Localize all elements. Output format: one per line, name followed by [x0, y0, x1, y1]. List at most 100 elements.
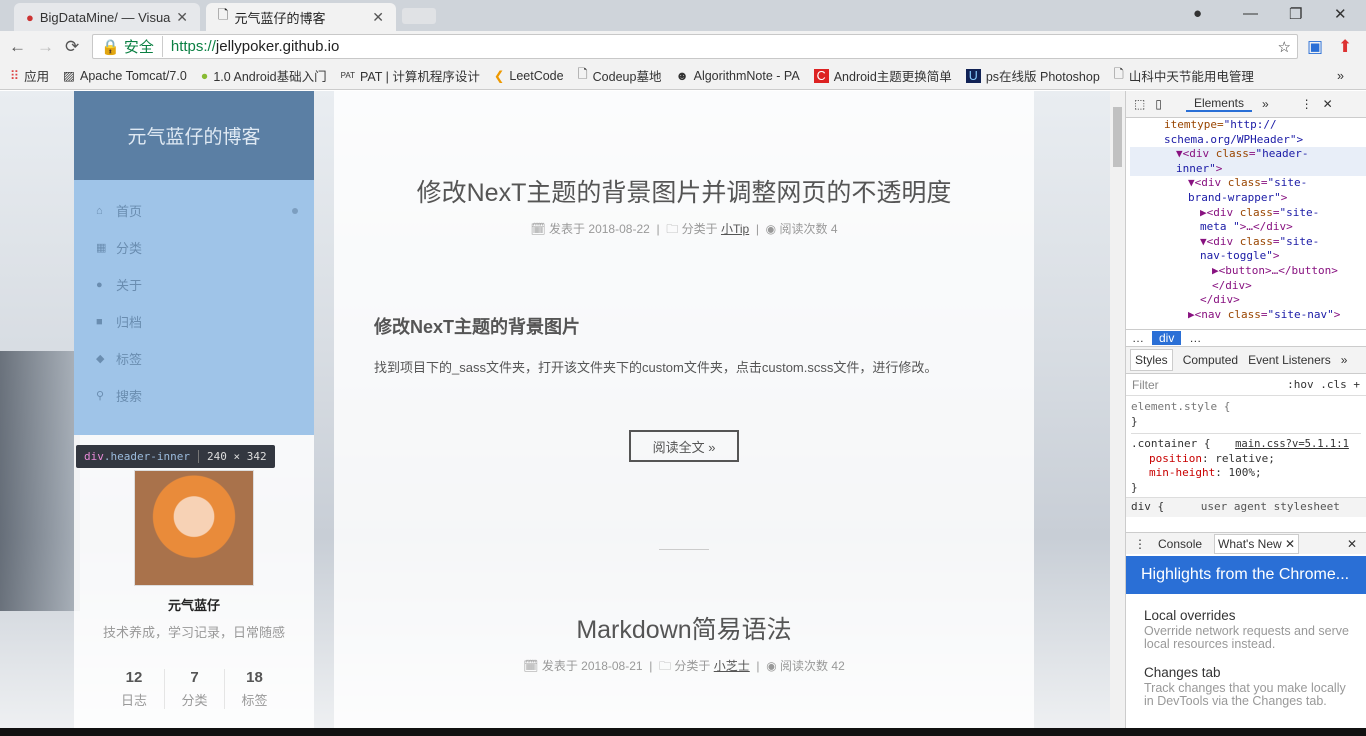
post-title[interactable]: Markdown简易语法 [334, 610, 1034, 646]
post-heading: 修改NexT主题的背景图片 [374, 317, 581, 337]
styles-pane: element.style {} .container { main.css?v… [1126, 396, 1366, 521]
avatar [134, 470, 254, 586]
site-stats: 12 日志 7 分类 18 标签 [104, 669, 284, 709]
read-more-button[interactable]: 阅读全文 » [629, 430, 739, 462]
news-title[interactable]: Changes tab [1144, 665, 1349, 680]
close-drawer-icon[interactable]: ✕ [1347, 537, 1357, 551]
device-toolbar-icon[interactable]: ▯ [1155, 97, 1162, 111]
bookmark-item[interactable]: ● 1.0 Android基础入门 [201, 66, 327, 85]
tab-strip: ● BigDataMine/ — Visua ✕ 🗋 元气蓝仔的博客 ✕ ● — ❐ ✕ [0, 0, 1366, 31]
new-tab-button[interactable] [402, 8, 436, 24]
reload-button[interactable]: ⟳ [65, 37, 79, 57]
post-list: 修改NexT主题的背景图片并调整网页的不透明度 🗓 发表于 2018-08-22… [334, 91, 1034, 728]
secure-label: 安全 [123, 39, 154, 56]
extension-upload-icon[interactable]: ⬆ [1338, 37, 1352, 57]
more-tabs-icon[interactable]: » [1262, 97, 1269, 111]
menu-item-tags[interactable]: ◆ 标签 [74, 340, 314, 377]
url-host: jellypoker.github.io [215, 38, 340, 55]
news-title[interactable]: Local overrides [1144, 608, 1349, 623]
category-link[interactable]: 小芝士 [714, 659, 750, 673]
back-button[interactable]: ← [9, 37, 26, 57]
bookmark-item[interactable]: ▨ Apache Tomcat/7.0 [63, 68, 187, 84]
extension-icon[interactable]: ▣ [1307, 37, 1323, 57]
close-tab-icon[interactable]: ✕ [372, 9, 384, 26]
dom-tree[interactable]: itemtype="http:// schema.org/WPHeader"> … [1126, 118, 1366, 329]
stat-posts[interactable]: 12 日志 [104, 669, 164, 709]
pat-icon: PAT [340, 71, 355, 80]
archive-icon: ■ [96, 315, 103, 328]
restore-button[interactable]: ❐ [1289, 5, 1302, 23]
whats-new-banner: Highlights from the Chrome... [1126, 556, 1366, 594]
menu-item-search[interactable]: ⚲ 搜索 [74, 377, 314, 414]
tags-icon: ◆ [96, 353, 105, 365]
page-scrollbar[interactable] [1110, 91, 1125, 728]
minimize-button[interactable]: — [1243, 5, 1258, 22]
tab-console[interactable]: Console [1158, 537, 1202, 551]
menu-item-archives[interactable]: ■ 归档 [74, 303, 314, 340]
forward-button[interactable]: → [37, 37, 54, 57]
stylesheet-link[interactable]: main.css?v=5.1.1:1 [1235, 438, 1349, 450]
bookmark-item[interactable]: 🗋 山科中天节能用电管理 [1114, 65, 1254, 86]
stat-categories[interactable]: 7 分类 [164, 669, 224, 709]
menu-item-home[interactable]: ⌂ 首页 [74, 192, 314, 229]
bookmarks-overflow-button[interactable]: » [1337, 69, 1344, 83]
web-page: 元气蓝仔的博客 ⌂ 首页 ▦ 分类 ● 关于 ■ 归档 ◆ 标签 ⚲ 搜索 div .head… [0, 91, 1110, 728]
bookmark-item[interactable]: ❮ LeetCode [493, 68, 564, 84]
taskbar [0, 728, 1366, 736]
chrome-icon: ● [26, 9, 34, 25]
eye-icon: ◉ [765, 222, 777, 236]
tab-elements[interactable]: Elements [1185, 96, 1252, 112]
bookmark-item[interactable]: ☻ AlgorithmNote - PA [675, 69, 799, 83]
url-input[interactable]: 🔒 安全 https://jellypoker.github.io ☆ [92, 34, 1298, 59]
tab-label: BigDataMine/ — Visua [39, 9, 171, 25]
url-scheme: https:// [170, 38, 216, 55]
android-icon: ● [200, 68, 209, 83]
post-excerpt: 找到项目下的_sass文件夹，打开该文件夹下的custom文件夹，点击custo… [374, 360, 938, 375]
kebab-menu-icon[interactable]: ⋮ [1301, 97, 1313, 111]
tab-event-listeners[interactable]: Event Listeners [1248, 353, 1331, 367]
breadcrumb: … div… [1126, 329, 1366, 347]
more-tabs-icon[interactable]: » [1341, 353, 1348, 367]
bookmark-item[interactable]: 🗋 Codeup墓地 [578, 65, 662, 86]
sidebar: 元气蓝仔的博客 ⌂ 首页 ▦ 分类 ● 关于 ■ 归档 ◆ 标签 ⚲ 搜索 div .head… [74, 91, 314, 728]
algorithmnote-icon: ☻ [675, 68, 689, 83]
crumb-div[interactable]: div [1152, 331, 1182, 345]
leetcode-icon: ❮ [493, 69, 505, 83]
bookmark-item[interactable]: PAT PAT | 计算机程序设计 [341, 66, 480, 85]
site-title[interactable]: 元气蓝仔的博客 [74, 91, 314, 180]
active-dot [292, 207, 298, 214]
calendar-icon: 🗓 [523, 659, 539, 673]
close-window-button[interactable]: ✕ [1334, 5, 1347, 23]
hov-cls-buttons[interactable]: :hov .cls + [1287, 378, 1360, 391]
stat-tags[interactable]: 18 标签 [224, 669, 284, 709]
close-tab-icon[interactable]: ✕ [176, 9, 188, 26]
tab-styles[interactable]: Styles [1130, 349, 1173, 371]
menu-item-about[interactable]: ● 关于 [74, 266, 314, 303]
styles-filter-input[interactable]: Filter:hov .cls + [1126, 374, 1366, 396]
category-link[interactable]: 小Tip [721, 222, 749, 236]
bookmark-item[interactable]: Ups在线版 Photoshop [965, 66, 1100, 85]
post-meta: 🗓 发表于 2018-08-21 | 🗀 分类于 小芝士 | ◉ 阅读次数 42 [523, 659, 845, 673]
tab-computed[interactable]: Computed [1183, 353, 1238, 367]
tab-bigdatamine[interactable]: ● BigDataMine/ — Visua ✕ [14, 3, 200, 31]
folder-icon: 🗀 [659, 659, 672, 673]
post-title[interactable]: 修改NexT主题的背景图片并调整网页的不透明度 [334, 173, 1034, 209]
tab-whats-new[interactable]: What's New ✕ [1214, 533, 1300, 554]
close-devtools-icon[interactable]: ✕ [1323, 97, 1333, 111]
tab-blog[interactable]: 🗋 元气蓝仔的博客 ✕ [206, 3, 396, 31]
bookmark-star-icon[interactable]: ☆ [1278, 38, 1291, 56]
inspect-tooltip: div .header-inner 240 × 342 [76, 445, 275, 468]
selected-node[interactable]: ▼<div class="header- [1130, 147, 1366, 162]
tomcat-icon: ▨ [63, 69, 75, 83]
csdn-icon: C [813, 68, 829, 83]
grid-icon: ▦ [96, 242, 107, 254]
profile-icon[interactable]: ● [1193, 5, 1202, 22]
bookmark-item[interactable]: C Android主题更换简单 [813, 66, 952, 85]
menu-item-categories[interactable]: ▦ 分类 [74, 229, 314, 266]
bookmark-apps[interactable]: ⠿ 应用 [10, 66, 49, 85]
drawer-menu-icon[interactable]: ⋮ [1134, 537, 1146, 551]
inspect-element-icon[interactable]: ⬚ [1134, 97, 1145, 111]
search-icon: ⚲ [96, 390, 105, 402]
news-desc: Override network requests and serve loca… [1144, 624, 1349, 651]
folder-icon: 🗀 [666, 222, 679, 236]
